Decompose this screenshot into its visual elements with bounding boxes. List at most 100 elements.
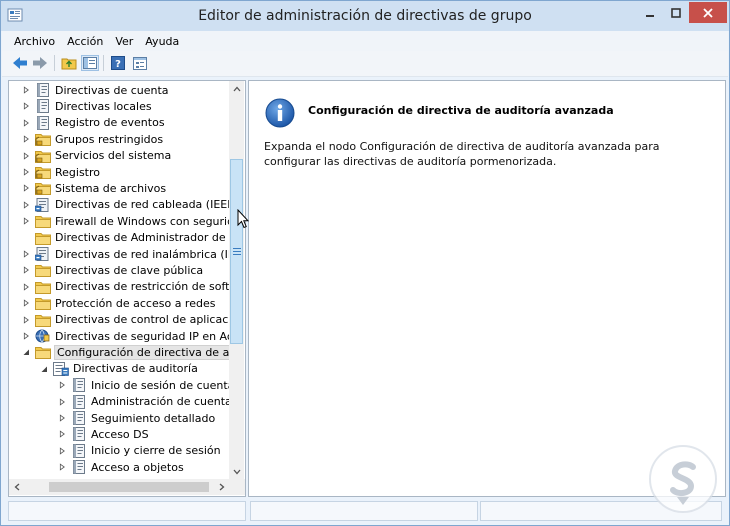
menu-ayuda[interactable]: Ayuda [145,35,179,48]
menu-bar: Archivo Acción Ver Ayuda [2,31,728,51]
tree-node[interactable]: Administración de cuentas [57,394,229,410]
minimize-icon [646,14,654,17]
menu-archivo[interactable]: Archivo [14,35,55,48]
tree-node[interactable]: Servicios del sistema [21,148,171,164]
tree-node-label: Directivas de control de aplicaciones [55,313,229,327]
tree-node[interactable]: Acceso DS [57,426,149,442]
policy-book-icon [71,460,91,475]
window-title: Editor de administración de directivas d… [198,8,532,24]
collapsed-arrow-icon[interactable] [21,85,31,95]
menu-ver[interactable]: Ver [115,35,133,48]
tree-node[interactable]: Protección de acceso a redes [21,295,215,311]
policy-book-icon [71,394,91,409]
tree-node[interactable]: Directivas de cuenta [21,82,169,98]
scroll-up-button[interactable] [229,81,244,96]
window: Editor de administración de directivas d… [0,0,730,526]
horizontal-scroll-thumb[interactable] [49,482,209,492]
tree-node[interactable]: Directivas de restricción de software [21,279,229,295]
policy-book-icon [35,83,55,97]
minimize-button[interactable] [637,2,663,23]
collapsed-arrow-icon[interactable] [21,216,31,226]
folder-icon [35,313,55,327]
back-arrow-icon [13,57,27,69]
help-button[interactable]: ? [109,55,127,71]
properties-icon [133,56,147,70]
policy-book-icon [71,427,91,442]
tree-node[interactable]: Seguimiento detallado [57,410,215,426]
ip-security-icon [35,329,55,343]
policy-book-icon [35,99,55,114]
up-one-level-button[interactable] [60,55,78,71]
tree-node[interactable]: Firewall de Windows con seguridad [21,213,229,229]
tree-node[interactable]: Directivas de clave pública [21,262,203,278]
expanded-arrow-icon[interactable] [39,364,49,374]
folder-icon [35,296,55,311]
collapsed-arrow-icon[interactable] [21,249,31,259]
collapsed-arrow-icon[interactable] [57,397,67,407]
tree-node-label: Directivas de Administrador de listas [55,231,229,245]
toolbar-separator [54,55,55,71]
tree-node[interactable]: Sistema de archivos [21,180,166,196]
tree-node[interactable]: Acceso a objetos [57,459,184,475]
tree-node[interactable]: Grupos restringidos [21,131,163,147]
tree-node[interactable]: Configuración de directiva de audito [21,344,229,360]
collapsed-arrow-icon[interactable] [21,315,31,325]
collapsed-arrow-icon[interactable] [21,134,31,144]
collapsed-arrow-icon[interactable] [57,413,67,423]
collapsed-arrow-icon[interactable] [21,101,31,111]
maximize-button[interactable] [663,2,689,23]
tree-node-label: Inicio de sesión de cuentas [91,378,229,392]
logo-watermark-icon [649,445,717,513]
tree-node[interactable]: Directivas locales [21,98,152,114]
collapsed-arrow-icon[interactable] [21,183,31,193]
title-bar: Editor de administración de directivas d… [1,1,729,31]
collapsed-arrow-icon[interactable] [21,331,31,341]
properties-button[interactable] [131,55,149,71]
scroll-down-button[interactable] [229,464,244,479]
collapsed-arrow-icon[interactable] [21,282,31,292]
collapsed-arrow-icon[interactable] [57,462,67,472]
grip-icon [233,248,241,255]
collapsed-arrow-icon[interactable] [57,429,67,439]
tree-node[interactable]: Directivas de red cableada (IEEE 802. [21,197,229,213]
tree-node[interactable]: Directivas de auditoría [39,361,198,377]
tree-node-label: Registro de eventos [55,116,165,130]
horizontal-scrollbar[interactable] [9,479,229,495]
menu-accion[interactable]: Acción [67,35,103,48]
collapsed-arrow-icon[interactable] [57,446,67,456]
forward-arrow-icon [33,57,47,69]
tree-node[interactable]: Directivas de control de aplicaciones [21,312,229,328]
lock-folder-icon [35,132,55,147]
collapsed-arrow-icon[interactable] [21,118,31,128]
scroll-left-button[interactable] [9,479,24,495]
tree-node[interactable]: Inicio y cierre de sesión [57,443,221,459]
scroll-right-button[interactable] [214,479,229,495]
collapsed-arrow-icon[interactable] [21,200,31,210]
tree-node-label: Administración de cuentas [91,395,229,409]
tree-node-label: Directivas de red cableada (IEEE 802. [55,198,229,212]
close-button[interactable] [689,2,727,23]
policy-book-icon [71,378,91,393]
tree-node-label: Sistema de archivos [55,181,167,195]
collapsed-arrow-icon[interactable] [21,298,31,308]
scroll-thumb[interactable] [230,159,243,344]
tree-node[interactable]: Directivas de seguridad IP en Active [21,328,229,344]
back-button[interactable] [11,55,29,71]
tree-node[interactable]: Registro de eventos [21,115,165,131]
collapsed-arrow-icon[interactable] [21,167,31,177]
tree-node[interactable]: Registro [21,164,100,180]
forward-button[interactable] [31,55,49,71]
collapsed-arrow-icon[interactable] [21,151,31,161]
scrollbar-corner [229,479,245,495]
expanded-arrow-icon[interactable] [21,347,31,357]
tree-node[interactable]: Inicio de sesión de cuentas [57,377,229,393]
tree-node[interactable]: Directivas de Administrador de listas [21,230,229,246]
collapsed-arrow-icon[interactable] [21,265,31,275]
collapsed-arrow-icon[interactable] [57,380,67,390]
show-hide-console-tree-button[interactable] [81,55,99,71]
policy-book-icon [35,115,55,130]
help-icon: ? [111,56,125,70]
tree-node[interactable]: Directivas de red inalámbrica (IEEE 8 [21,246,229,262]
policy-book-icon [71,411,91,425]
vertical-scrollbar[interactable] [229,81,244,479]
